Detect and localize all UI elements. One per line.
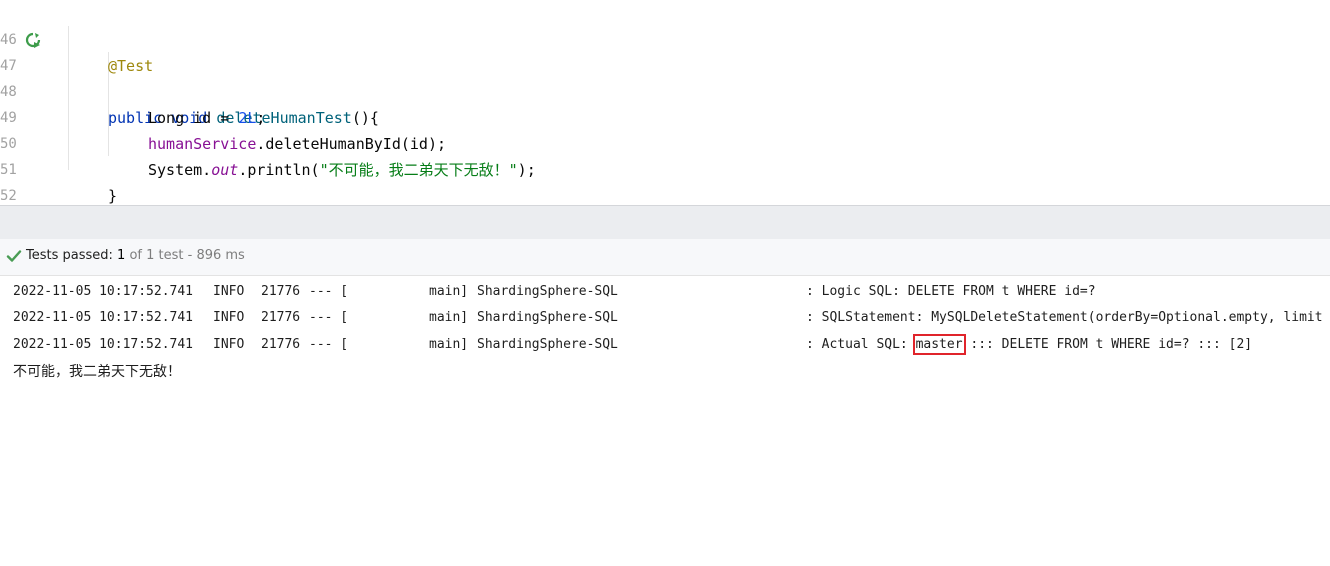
log-message-prefix: : Actual SQL: [806,337,916,352]
check-icon [6,250,22,262]
log-pid: 21776 [261,284,301,299]
log-logger: ShardingSphere-SQL [477,284,618,299]
log-message: : Logic SQL: DELETE FROM t WHERE id=? [806,284,1096,299]
log-message: : SQLStatement: MySQLDeleteStatement(ord… [806,310,1323,325]
log-line: 2022-11-05 10:17:52.741 INFO 21776 --- [… [13,332,1252,358]
log-line: 2022-11-05 10:17:52.741 INFO 21776 --- [… [13,279,1096,305]
log-thread: main] [429,310,469,325]
log-level: INFO [213,310,245,325]
log-timestamp: 2022-11-05 10:17:52.741 [13,337,194,352]
highlighted-datasource: master [912,334,966,355]
log-separator: --- [ [309,310,349,325]
code-line-52: 52 } [0,157,1330,231]
status-label: Tests passed: [26,248,118,263]
run-test-icon[interactable] [24,31,42,49]
log-separator: --- [ [309,284,349,299]
console-output[interactable]: 2022-11-05 10:17:52.741 INFO 21776 --- [… [0,277,1330,406]
log-logger: ShardingSphere-SQL [477,310,618,325]
console-stdout-line: 不可能，我二弟天下无敌！ [13,364,181,380]
code-line-48: 48 Long id = 2L; [0,53,1330,127]
code-line-51: 51 } [0,131,1330,205]
panel-divider[interactable] [0,205,1330,239]
log-thread: main] [429,284,469,299]
log-line: 2022-11-05 10:17:52.741 INFO 21776 --- [… [13,305,1323,331]
log-timestamp: 2022-11-05 10:17:52.741 [13,310,194,325]
log-level: INFO [213,284,245,299]
log-logger: ShardingSphere-SQL [477,337,618,352]
test-status-bar: Tests passed: 1 of 1 test - 896 ms [0,239,1330,276]
code-editor[interactable]: 46 @Test 47 public void deleteHumanTest(… [0,0,1330,231]
code-line-47: 47 public void deleteHumanTest(){ [0,27,1330,127]
log-timestamp: 2022-11-05 10:17:52.741 [13,284,194,299]
log-separator: --- [ [309,337,349,352]
code-line-50: 50 System.out.println("不可能，我二弟天下无敌！"); [0,105,1330,179]
code-line-46: 46 @Test [0,1,1330,75]
log-thread: main] [429,337,469,352]
log-message: : Actual SQL: master ::: DELETE FROM t W… [806,332,1252,358]
test-status-text: Tests passed: 1 of 1 test - 896 ms [26,239,245,273]
code-line-49: 49 humanService.deleteHumanById(id); [0,79,1330,153]
log-message-suffix: ::: DELETE FROM t WHERE id=? ::: [2] [962,337,1253,352]
log-level: INFO [213,337,245,352]
log-pid: 21776 [261,310,301,325]
status-detail: of 1 test - 896 ms [125,248,245,263]
log-pid: 21776 [261,337,301,352]
